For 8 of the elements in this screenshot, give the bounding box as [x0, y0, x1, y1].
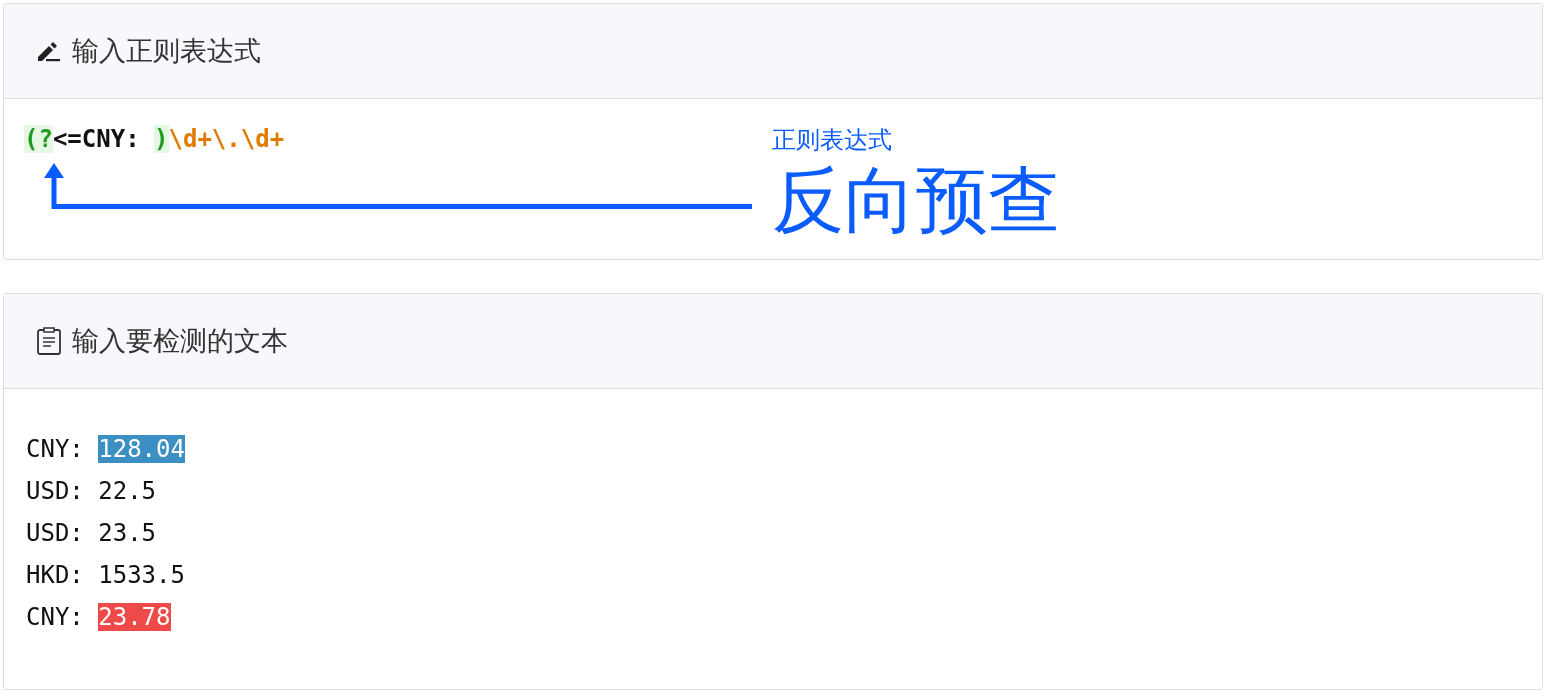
document-icon: [36, 327, 62, 355]
panel-title: 输入正则表达式: [72, 34, 261, 68]
panel-title: 输入要检测的文本: [72, 324, 288, 358]
regex-input[interactable]: (?<=CNY: )\d+\.\d+: [24, 125, 285, 153]
pencil-icon: [36, 40, 62, 62]
annotation-label: 反向预查: [772, 157, 1060, 244]
text-input[interactable]: CNY: 128.04 USD: 22.5 USD: 23.5 HKD: 1533.5 CNY: 23.78: [4, 389, 1542, 689]
annotation-caption: 正则表达式: [772, 125, 893, 155]
